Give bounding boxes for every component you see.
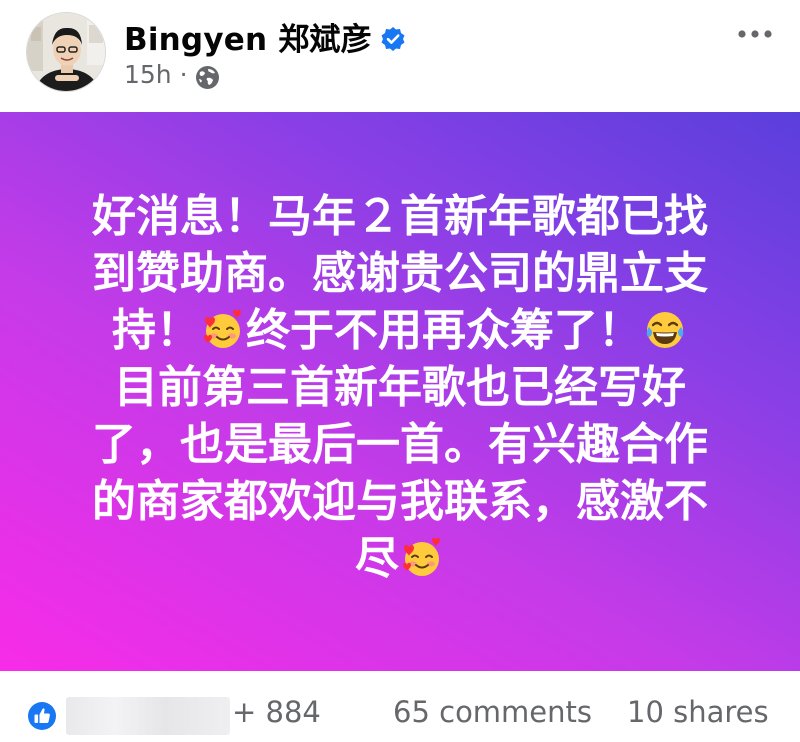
author-avatar[interactable] [26, 12, 106, 92]
post-line-group: 持！ 终于不用再众筹了！ [50, 302, 750, 359]
like-reaction-icon[interactable] [27, 701, 57, 731]
more-options-icon[interactable] [737, 28, 773, 40]
post-line: 的商家都欢迎与我联系，感激不 [92, 476, 708, 527]
post-line: 终于不用再众筹了！ [246, 305, 642, 356]
globe-icon[interactable] [194, 64, 221, 91]
verified-badge-icon [381, 27, 405, 51]
face-with-tears-of-joy-icon [646, 312, 684, 348]
post-meta: 15h · [124, 60, 188, 89]
post-text: 好消息！马年２首新年歌都已找 到赞助商。感谢贵公司的鼎立支 持！ 终于不用再众筹… [50, 188, 750, 587]
post-line: 好消息！马年２首新年歌都已找 [92, 191, 708, 242]
author-name[interactable]: Bingyen 郑斌彦 [124, 14, 372, 59]
smiling-face-with-hearts-icon [403, 537, 440, 576]
post-line: 到赞助商。感谢贵公司的鼎立支 [92, 248, 708, 299]
facebook-post: Bingyen 郑斌彦 15h · 好消息！马年２首新年歌都已找 到赞助商。感谢… [0, 0, 800, 742]
smiling-face-with-hearts-icon [204, 309, 241, 348]
post-line: 目前第三首新年歌也已经写好 [114, 362, 686, 413]
post-line: 持！ [112, 305, 200, 356]
post-header: Bingyen 郑斌彦 15h · [0, 0, 800, 112]
reaction-count[interactable]: + 884 [232, 695, 321, 729]
post-footer: + 884 65 comments 10 shares [0, 671, 800, 742]
meta-separator: · [179, 60, 188, 89]
comments-count[interactable]: 65 comments [393, 695, 592, 729]
post-line-group: 尽 [50, 530, 750, 587]
shares-count[interactable]: 10 shares [627, 695, 769, 729]
post-background: 好消息！马年２首新年歌都已找 到赞助商。感谢贵公司的鼎立支 持！ 终于不用再众筹… [0, 112, 800, 671]
post-time[interactable]: 15h [124, 60, 172, 89]
post-line: 尽 [355, 533, 399, 584]
reactor-names-blurred [66, 697, 230, 735]
post-line: 了，也是最后一首。有兴趣合作 [92, 419, 708, 470]
